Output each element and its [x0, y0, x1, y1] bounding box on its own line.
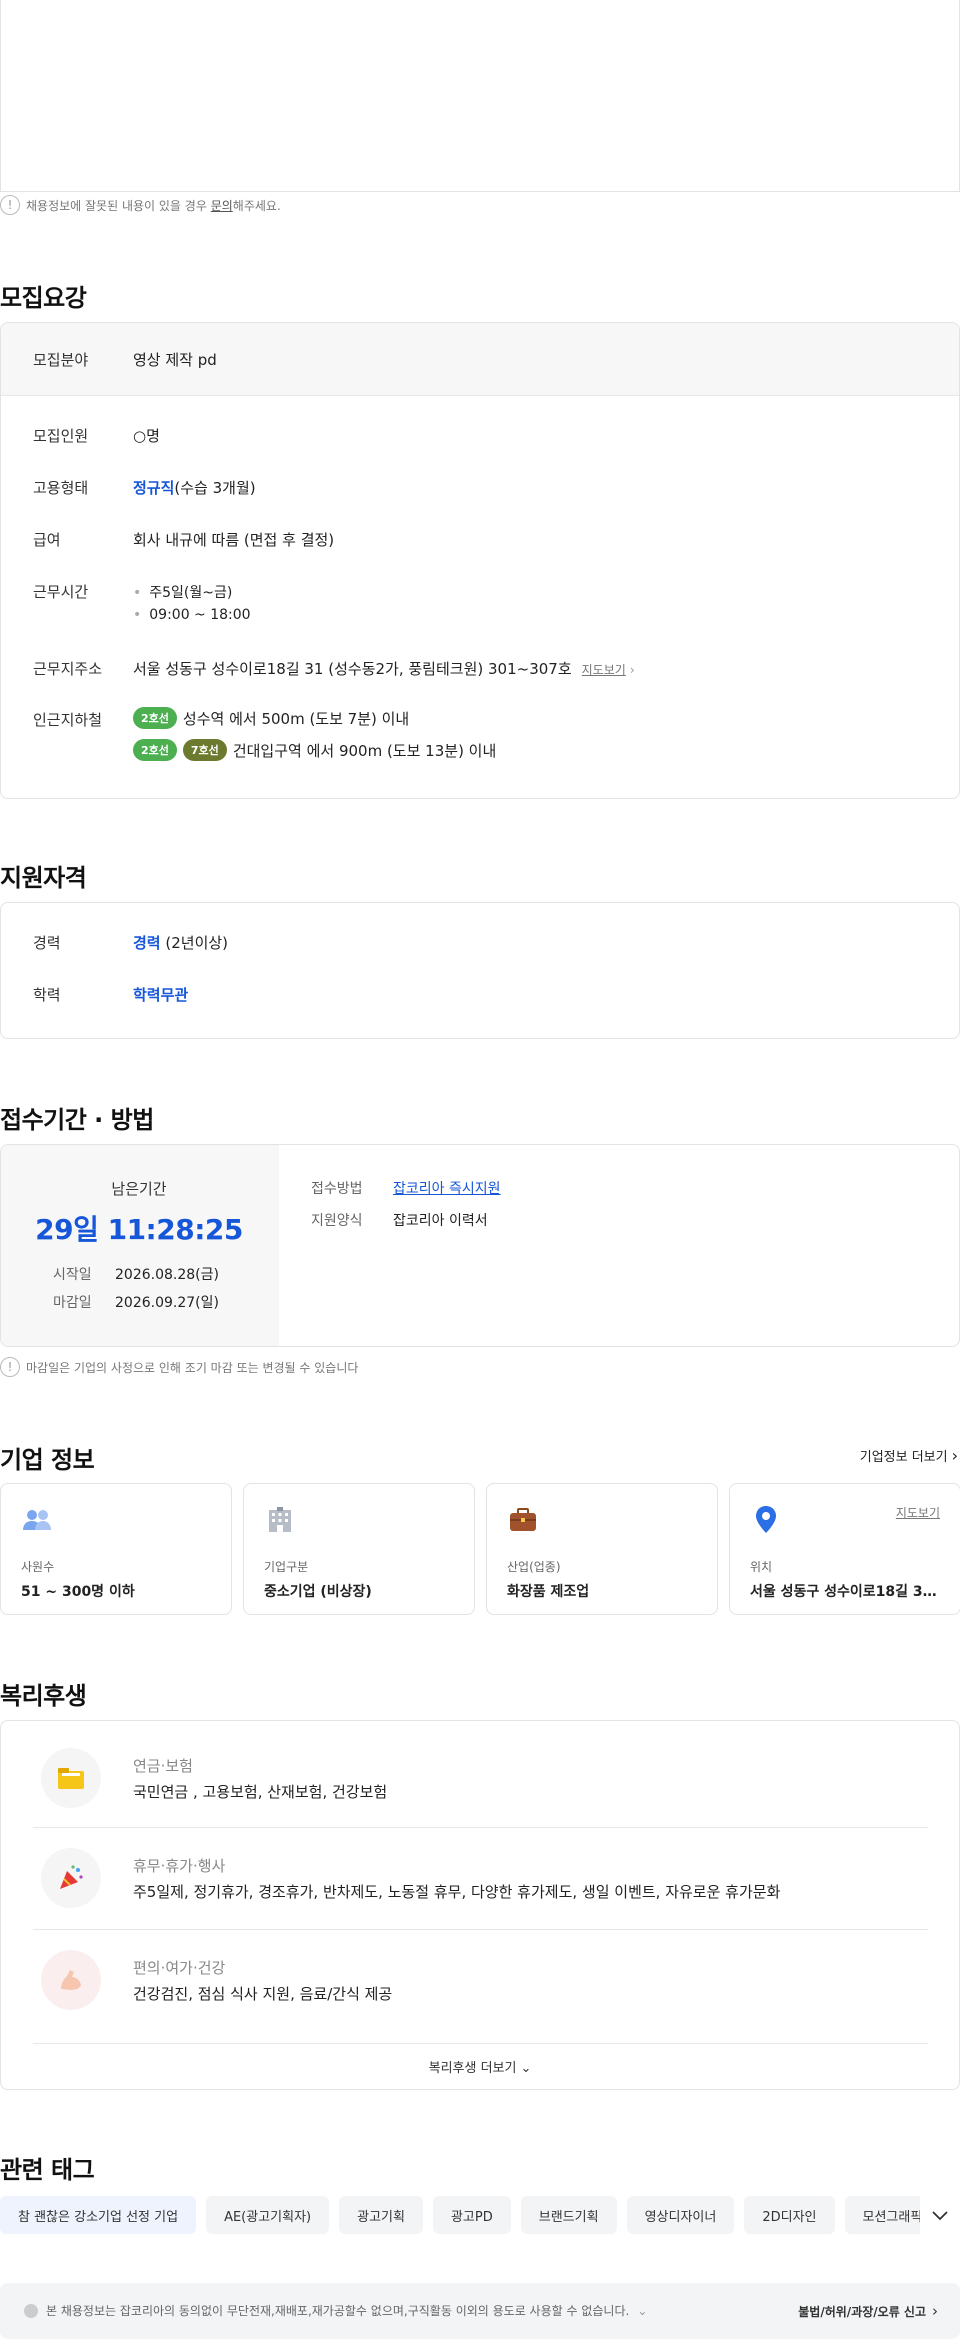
address-value: 서울 성동구 성수이로18길 31 (성수동2가, 풍림테크원) 301~307…: [133, 660, 635, 678]
tags-expand-button[interactable]: [920, 2196, 960, 2236]
welfare-item: 휴무·휴가·행사 주5일제, 정기휴가, 경조휴가, 반차제도, 노동절 휴무,…: [33, 1848, 928, 1948]
tag-item[interactable]: 광고기획: [339, 2196, 423, 2234]
tag-item[interactable]: AE(광고기획자): [206, 2196, 330, 2234]
welfare-divider: [33, 2043, 928, 2044]
hours-label: 근무시간: [33, 583, 89, 601]
company-card-employees: 사원수 51 ~ 300명 이하: [0, 1483, 232, 1615]
salary-label: 급여: [33, 531, 61, 549]
qualification-title: 지원자격: [0, 864, 87, 892]
building-icon: [269, 1507, 291, 1532]
headcount-label: 모집인원: [33, 427, 89, 445]
chevron-right-icon: ›: [951, 1446, 958, 1465]
report-link[interactable]: 불법/허위/과장/오류 신고 ›: [798, 2302, 938, 2320]
company-title: 기업 정보: [0, 1446, 95, 1474]
error-notice: ! 채용정보에 잘못된 내용이 있을 경우 문의해주세요.: [0, 195, 281, 215]
chevron-down-icon: ⌄: [520, 2061, 532, 2076]
remaining-label: 남은기간: [111, 1180, 167, 1198]
welfare-item: 편의·여가·건강 건강검진, 점심 식사 지원, 음료/간식 제공: [33, 1950, 928, 2050]
tag-item[interactable]: 2D디자인: [744, 2196, 835, 2234]
remaining-timer: 29일 11:28:25: [35, 1213, 243, 1246]
subway-line-badge: 7호선: [182, 739, 227, 761]
footer-notice-bar: 본 채용정보는 잡코리아의 동의없이 무단전재,재배포,재가공할수 없으며,구직…: [0, 2283, 960, 2339]
info-icon: [24, 2303, 38, 2318]
subway-label: 인근지하철: [33, 711, 103, 729]
employment-value: 정규직(수습 3개월): [133, 479, 256, 497]
field-value: 영상 제작 pd: [133, 351, 217, 369]
location-map-link[interactable]: 지도보기: [896, 1504, 940, 1521]
map-link[interactable]: 지도보기: [582, 663, 626, 677]
hours-item: • 09:00 ~ 18:00: [133, 607, 251, 623]
chevron-right-icon: ›: [629, 663, 635, 677]
tags-title: 관련 태그: [0, 2156, 95, 2184]
subway-row: 2호선 7호선 건대입구역 에서 900m (도보 13분) 이내: [133, 739, 496, 761]
career-value: 경력 (2년이상): [133, 934, 229, 952]
folder-icon: [41, 1748, 101, 1808]
welfare-divider: [33, 1929, 928, 1930]
detail-frame: [0, 0, 960, 192]
address-label: 근무지주소: [33, 660, 103, 678]
deadline-notice: ! 마감일은 기업의 사정으로 인해 조기 마감 또는 변경될 수 있습니다: [0, 1357, 358, 1377]
salary-value: 회사 내규에 따름 (면접 후 결정): [133, 531, 335, 549]
company-card-industry: 산업(업종) 화장품 제조업: [486, 1483, 718, 1615]
info-icon: !: [0, 1357, 20, 1377]
tag-item[interactable]: 참 괜찮은 강소기업 선정 기업: [0, 2196, 197, 2234]
subway-row: 2호선 성수역 에서 500m (도보 7분) 이내: [133, 707, 409, 729]
company-more-link[interactable]: 기업정보 더보기 ›: [860, 1446, 958, 1465]
employment-label: 고용형태: [33, 479, 89, 497]
welfare-more-button[interactable]: 복리후생 더보기 ⌄: [0, 2057, 960, 2076]
chevron-down-icon: [932, 2211, 948, 2221]
party-popper-icon: [41, 1848, 101, 1908]
instant-apply-link[interactable]: 잡코리아 즉시지원: [393, 1178, 501, 1198]
company-card-location: 지도보기 위치 서울 성동구 성수이로18길 31 (...: [729, 1483, 960, 1615]
apply-title: 접수기간 · 방법: [0, 1106, 154, 1134]
footer-notice[interactable]: 본 채용정보는 잡코리아의 동의없이 무단전재,재배포,재가공할수 없으며,구직…: [24, 2302, 647, 2319]
subway-line-badge: 2호선: [133, 739, 177, 761]
chevron-right-icon: ›: [932, 2302, 938, 2320]
welfare-item: 연금·보험 국민연금 , 고용보험, 산재보험, 건강보험: [33, 1748, 928, 1848]
welfare-divider: [33, 1827, 928, 1828]
career-label: 경력: [33, 934, 61, 952]
end-value: 2026.09.27(일): [115, 1295, 219, 1311]
subway-line-badge: 2호선: [133, 707, 177, 729]
end-label: 마감일: [53, 1295, 92, 1311]
location-pin-icon: [756, 1506, 776, 1533]
inquiry-link[interactable]: 문의: [211, 199, 233, 213]
headcount-value: ○명: [133, 427, 160, 445]
tag-list: 참 괜찮은 강소기업 선정 기업 AE(광고기획자) 광고기획 광고PD 브랜드…: [0, 2196, 960, 2234]
education-label: 학력: [33, 986, 61, 1004]
briefcase-icon: [510, 1508, 536, 1531]
method-label: 접수방법: [311, 1181, 363, 1197]
hours-item: • 주5일(월~금): [133, 585, 233, 601]
education-value: 학력무관: [133, 986, 189, 1004]
form-value: 잡코리아 이력서: [393, 1213, 488, 1229]
start-label: 시작일: [53, 1267, 92, 1283]
qualification-box: [0, 902, 960, 1039]
tag-item[interactable]: 브랜드기획: [520, 2196, 617, 2234]
company-card-type: 기업구분 중소기업 (비상장): [243, 1483, 475, 1615]
start-value: 2026.08.28(금): [115, 1267, 219, 1283]
chevron-down-icon: ⌄: [637, 2303, 648, 2318]
tag-item[interactable]: 광고PD: [432, 2196, 511, 2234]
people-icon: [23, 1510, 51, 1530]
info-icon: !: [0, 195, 20, 215]
recruit-title: 모집요강: [0, 284, 87, 312]
muscle-icon: [41, 1950, 101, 2010]
field-label: 모집분야: [33, 351, 89, 369]
welfare-title: 복리후생: [0, 1682, 87, 1710]
form-label: 지원양식: [311, 1213, 363, 1229]
tag-item[interactable]: 영상디자이너: [626, 2196, 735, 2234]
